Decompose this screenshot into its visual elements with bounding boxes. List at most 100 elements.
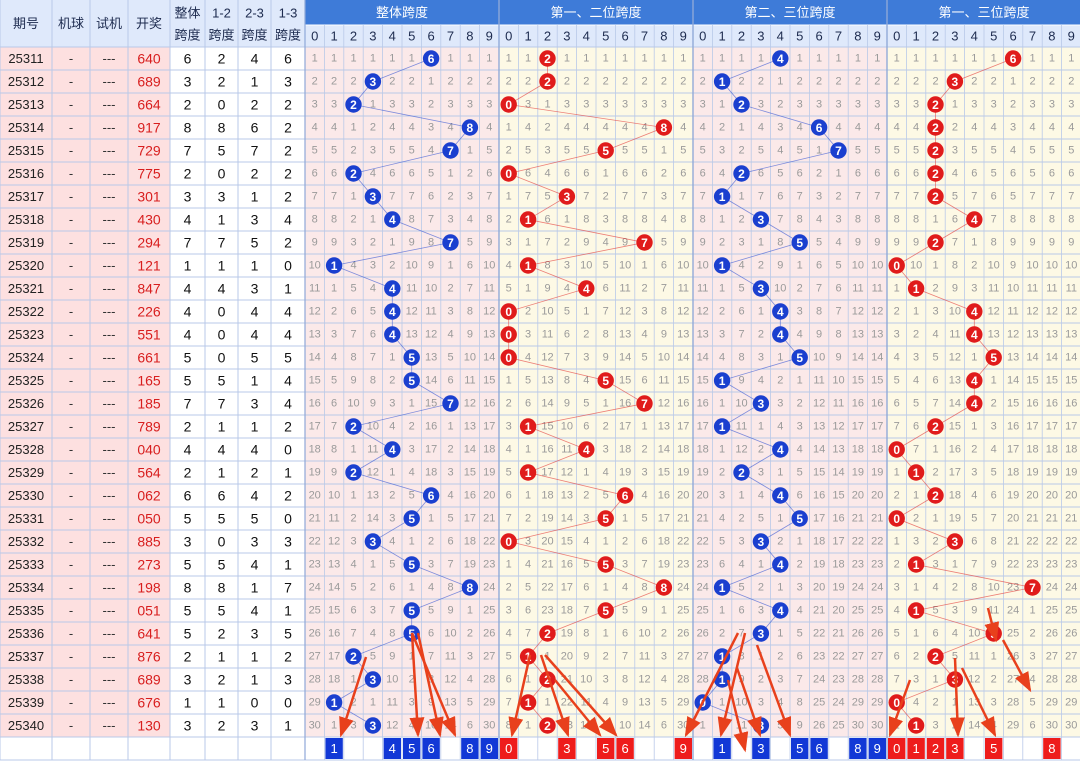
miss-count: 1 [603,168,609,180]
miss-count: 11 [969,651,980,663]
hit-ball-number: 1 [913,719,920,733]
miss-count: 2 [467,168,473,180]
miss-count: 2 [661,628,667,640]
hit-ball-13: 6 [1004,50,1022,67]
miss-count: 14 [697,352,709,364]
miss-count: 6 [894,398,900,410]
miss-count: 2 [855,76,861,88]
miss-count: 14 [1065,352,1077,364]
miss-count: 1 [680,53,686,65]
bottom-marker-number: 4 [389,741,396,756]
miss-count: 30 [1065,720,1077,732]
span-12-cell: 5 [218,143,226,159]
miss-count: 10 [658,352,670,364]
miss-count: 5 [564,145,570,157]
miss-count: 6 [428,191,434,203]
span-12-header-line1: 1-2 [212,6,231,21]
miss-count: 2 [913,513,919,525]
miss-count: 14 [541,398,553,410]
hit-ball-all: 4 [384,441,401,458]
miss-count: 10 [910,260,922,272]
hit-ball-number: 6 [1010,52,1017,66]
hit-ball-number: 4 [777,305,784,319]
miss-count: 3 [700,99,706,111]
miss-count: 6 [564,168,570,180]
miss-count: 4 [350,559,356,571]
test-ball-cell: --- [103,488,116,503]
span-23-cell: 4 [251,488,259,504]
miss-count: 5 [797,145,803,157]
miss-count: 2 [1010,99,1016,111]
digit-header: 5 [796,29,803,44]
miss-count: 10 [425,720,437,732]
hit-ball-number: 2 [350,420,357,434]
digit-header: 8 [1048,29,1055,44]
miss-count: 8 [583,214,589,226]
miss-count: 1 [932,260,938,272]
test-ball-cell: --- [103,166,116,181]
test-ball-cell: --- [103,718,116,733]
miss-count: 6 [661,720,667,732]
miss-count: 5 [797,628,803,640]
miss-count: 6 [350,306,356,318]
miss-count: 3 [409,444,415,456]
hit-ball-12: 4 [578,441,595,458]
miss-count: 6 [603,283,609,295]
miss-count: 4 [894,605,900,617]
miss-count: 1 [1029,53,1035,65]
miss-count: 25 [697,605,709,617]
miss-count: 16 [309,398,321,410]
miss-count: 3 [913,674,919,686]
miss-count: 22 [871,536,883,548]
miss-count: 9 [816,329,822,341]
miss-count: 3 [952,605,958,617]
hit-ball-number: 6 [428,52,435,66]
miss-count: 28 [1007,697,1019,709]
miss-count: 3 [719,145,725,157]
miss-count: 30 [483,720,495,732]
digit-header: 0 [505,29,512,44]
miss-count: 12 [697,306,709,318]
digit-header: 3 [757,29,764,44]
span-23-cell: 1 [251,419,259,435]
miss-count: 29 [852,697,864,709]
miss-count: 11 [872,283,883,295]
miss-count: 2 [719,237,725,249]
miss-count: 16 [697,398,709,410]
miss-count: 5 [447,352,453,364]
miss-count: 1 [350,444,356,456]
miss-count: 3 [738,237,744,249]
miss-count: 12 [832,421,844,433]
miss-count: 2 [913,651,919,663]
miss-count: 4 [641,329,647,341]
miss-count: 18 [619,444,631,456]
machine-ball-cell: - [69,419,73,434]
hit-ball-number: 1 [525,696,532,710]
hit-ball-12: 8 [655,579,673,596]
miss-count: 7 [680,191,686,203]
miss-count: 12 [638,674,650,686]
miss-count: 19 [871,467,883,479]
draw-cell: 294 [137,235,161,251]
miss-count: 4 [564,283,570,295]
miss-count: 21 [832,628,844,640]
digit-header: 5 [602,29,609,44]
hit-ball-13: 4 [966,326,983,343]
miss-count: 18 [813,536,825,548]
miss-count: 8 [467,306,473,318]
miss-count: 16 [1046,398,1058,410]
machine-ball-cell: - [69,373,73,388]
miss-count: 1 [991,651,997,663]
miss-count: 3 [447,99,453,111]
miss-count: 1 [409,536,415,548]
miss-count: 2 [331,306,337,318]
hit-ball-number: 4 [389,282,396,296]
digit-header: 7 [835,29,842,44]
miss-count: 7 [641,559,647,571]
miss-count: 4 [447,490,453,502]
miss-count: 2 [370,122,376,134]
span-all-cell: 3 [184,189,192,205]
miss-count: 1 [370,559,376,571]
miss-count: 3 [467,651,473,663]
miss-count: 3 [874,99,880,111]
